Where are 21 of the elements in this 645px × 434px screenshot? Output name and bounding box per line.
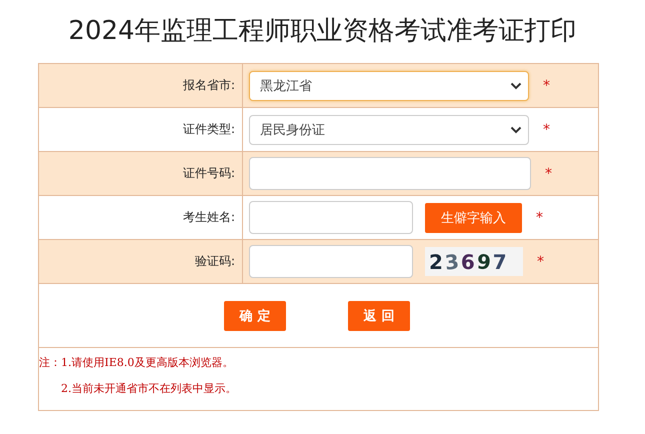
input-field[interactable] [249, 157, 531, 190]
input-field[interactable] [249, 201, 413, 234]
captcha-image[interactable]: 23697 [425, 247, 523, 276]
field-label: 证件类型: [182, 121, 235, 138]
dropdown[interactable]: 居民身份证 [249, 114, 529, 144]
page-title: 2024年监理工程师职业资格考试准考证打印 [67, 15, 578, 48]
chevron-down-icon [510, 82, 522, 90]
required-mark: * [543, 122, 550, 138]
required-mark: * [536, 210, 543, 226]
field-label: 考生姓名: [182, 209, 235, 226]
note-text: 2.当前未开通省市不在列表中显示。 [61, 382, 236, 395]
input-field[interactable] [249, 245, 413, 278]
required-mark: * [545, 166, 552, 182]
field-label: 验证码: [194, 253, 235, 270]
dropdown[interactable]: 黑龙江省 [249, 70, 529, 100]
field-label: 证件号码: [182, 165, 235, 182]
required-mark: * [537, 254, 544, 270]
chevron-down-icon [510, 126, 522, 134]
field-label: 报名省市: [182, 77, 235, 94]
required-mark: * [543, 78, 550, 94]
note-text: 注：1.请使用IE8.0及更高版本浏览器。 [39, 356, 234, 369]
